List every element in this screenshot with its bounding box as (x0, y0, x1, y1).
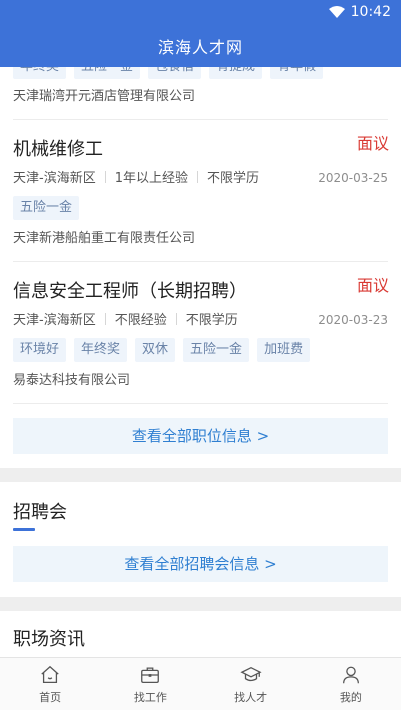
main-content[interactable]: 年终奖 五险一金 包食宿 有提成 有年假 天津瑞湾开元酒店管理有限公司 机械维修… (0, 67, 401, 657)
job-tag: 五险一金 (13, 196, 80, 220)
divider (13, 403, 388, 404)
job-salary: 面议 (356, 276, 389, 295)
meta-separator (196, 170, 198, 183)
section-separator (0, 468, 401, 482)
meta-separator (175, 312, 177, 325)
tag-list: 环境好 年终奖 双休 五险一金 加班费 (13, 338, 311, 362)
job-tag: 有年假 (270, 67, 324, 79)
job-meta: 天津-滨海新区 1年以上经验 不限学历 (13, 167, 259, 186)
job-tag: 五险一金 (183, 338, 250, 362)
tab-home[interactable]: 首页 (0, 658, 100, 710)
job-tag: 加班费 (257, 338, 311, 362)
job-tag: 环境好 (13, 338, 67, 362)
wifi-icon (328, 6, 345, 18)
bottom-tab-bar: 首页 找工作 找人才 我的 (0, 657, 401, 710)
tab-find-job[interactable]: 找工作 (100, 658, 200, 710)
job-tag: 五险一金 (74, 67, 141, 79)
tab-mine[interactable]: 我的 (301, 658, 401, 710)
job-meta: 天津-滨海新区 不限经验 不限学历 (13, 309, 238, 328)
view-all-job-fairs-button[interactable]: 查看全部招聘会信息 > (13, 546, 388, 582)
company-name[interactable]: 易泰达科技有限公司 (13, 369, 130, 388)
job-tag: 双休 (135, 338, 176, 362)
tab-label: 找人才 (234, 691, 268, 704)
job-experience: 不限经验 (114, 313, 167, 328)
app-header: 10:42 滨海人才网 (0, 0, 401, 67)
meta-separator (104, 312, 106, 325)
divider (13, 261, 388, 262)
view-all-jobs-button[interactable]: 查看全部职位信息 > (13, 418, 388, 454)
tag-list: 年终奖 五险一金 包食宿 有提成 有年假 (13, 67, 324, 79)
job-experience: 1年以上经验 (114, 171, 188, 186)
tab-label: 找工作 (133, 691, 167, 704)
divider (13, 119, 388, 120)
section-separator (0, 597, 401, 611)
app-title: 滨海人才网 (157, 38, 243, 57)
job-tag: 年终奖 (74, 338, 128, 362)
news-section-title: 职场资讯 (13, 629, 85, 650)
tab-label: 首页 (39, 691, 62, 704)
status-bar: 10:42 (328, 4, 391, 20)
job-salary: 面议 (356, 134, 389, 153)
job-title[interactable]: 机械维修工 (13, 135, 103, 161)
meta-separator (104, 170, 106, 183)
job-tag: 包食宿 (148, 67, 202, 79)
job-tag: 年终奖 (13, 67, 67, 79)
job-tag: 有提成 (209, 67, 263, 79)
job-location: 天津-滨海新区 (13, 171, 96, 186)
job-title[interactable]: 信息安全工程师（长期招聘） (13, 277, 247, 303)
job-fair-section-title: 招聘会 (13, 502, 67, 523)
tag-list: 五险一金 (13, 196, 80, 220)
home-icon (41, 665, 59, 683)
job-date: 2020-03-23 (318, 313, 388, 327)
job-education: 不限学历 (206, 171, 259, 186)
job-location: 天津-滨海新区 (13, 313, 96, 328)
user-icon (342, 666, 359, 684)
job-education: 不限学历 (185, 313, 238, 328)
briefcase-icon (141, 667, 160, 683)
section-underline (13, 528, 35, 531)
tab-find-talent[interactable]: 找人才 (201, 658, 301, 710)
graduation-cap-icon (240, 666, 262, 682)
company-name[interactable]: 天津新港船舶重工有限责任公司 (13, 227, 195, 246)
job-date: 2020-03-25 (318, 171, 388, 185)
tab-label: 我的 (339, 691, 362, 704)
company-name[interactable]: 天津瑞湾开元酒店管理有限公司 (13, 85, 195, 104)
status-time: 10:42 (350, 4, 391, 20)
